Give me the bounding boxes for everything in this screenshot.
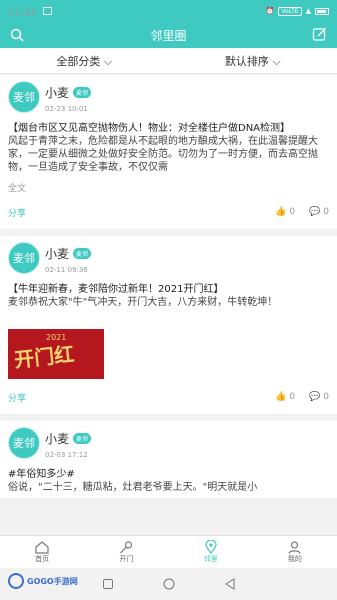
nav-open-door-label: 开门: [119, 554, 134, 563]
category-filter-label: 全部分类: [56, 54, 101, 68]
status-time: 11:41: [8, 7, 37, 19]
comment-icon: 💬: [309, 392, 321, 402]
post-feed[interactable]: 麦邻 小麦 麦邻 02-23 10:01 【烟台市区又见高空抛物伤人！物业：对全…: [0, 75, 337, 535]
key-icon: [120, 540, 133, 553]
like-button[interactable]: 👍 0: [275, 207, 295, 217]
post-title: 【牛年迎新春，麦邻陪你过新年！2021开门红】: [8, 284, 224, 295]
volte-indicator: VoLTE: [278, 6, 302, 16]
avatar[interactable]: 麦邻: [8, 242, 40, 274]
post-time: 02-11 09:36: [45, 266, 88, 274]
comment-button[interactable]: 💬 0: [309, 392, 329, 402]
home-circle-icon[interactable]: [163, 578, 175, 590]
author-badge: 麦邻: [73, 87, 92, 98]
alarm-icon: ⏰: [265, 7, 275, 15]
author-badge: 麦邻: [73, 248, 92, 259]
post-title: 【烟台市区又见高空抛物伤人！物业：对全楼住户做DNA检测】: [8, 123, 291, 134]
thumbs-up-icon: 👍: [275, 207, 287, 217]
app-bar: 邻里圈: [0, 22, 337, 48]
home-icon: [35, 540, 49, 554]
sort-filter-label: 默认排序: [224, 54, 269, 68]
post-body: 麦邻恭祝大家"牛"气冲天，开门大吉，八方来财，牛转乾坤！: [8, 297, 278, 308]
chevron-down-icon: ⌵: [272, 54, 281, 68]
like-button[interactable]: 👍 0: [275, 392, 295, 402]
share-button[interactable]: 分享: [8, 206, 26, 219]
filter-bar: 全部分类 ⌵ 默认排序 ⌵: [0, 48, 337, 74]
post-image[interactable]: 2021 开门红: [8, 329, 104, 379]
avatar[interactable]: 麦邻: [8, 427, 40, 459]
read-more-link[interactable]: 全文: [8, 181, 329, 194]
bottom-nav: 首页 开门 邻里 我的: [0, 535, 337, 568]
signal-icon: ▲: [305, 7, 311, 15]
page-title: 邻里圈: [150, 28, 187, 43]
nav-profile[interactable]: 我的: [253, 536, 337, 568]
post-author: 小麦: [45, 247, 70, 261]
comment-count: 0: [323, 207, 329, 217]
comment-icon: 💬: [309, 207, 321, 217]
post-title: #年俗知多少#: [8, 469, 75, 480]
watermark-text: GOGO手游网: [27, 576, 78, 586]
back-icon[interactable]: [224, 578, 235, 590]
image-notification-icon: [42, 7, 52, 15]
nav-profile-label: 我的: [287, 554, 302, 563]
battery-icon: [315, 7, 329, 15]
author-badge: 麦邻: [73, 433, 92, 444]
nav-neighbors[interactable]: 邻里: [169, 536, 253, 568]
search-icon[interactable]: [10, 28, 24, 45]
nav-open-door[interactable]: 开门: [84, 536, 168, 568]
post-card[interactable]: 麦邻 小麦 麦邻 02-23 10:01 【烟台市区又见高空抛物伤人！物业：对全…: [0, 75, 337, 229]
sort-filter[interactable]: 默认排序 ⌵: [169, 53, 337, 69]
promo-headline: 开门红: [13, 341, 76, 373]
watermark-logo: GOGO手游网: [8, 573, 78, 589]
nav-home[interactable]: 首页: [0, 536, 84, 568]
post-author: 小麦: [45, 432, 70, 446]
nav-home-label: 首页: [35, 554, 50, 563]
post-card[interactable]: 麦邻 小麦 麦邻 02-11 09:36 【牛年迎新春，麦邻陪你过新年！2021…: [0, 236, 337, 414]
post-body: 风起于青萍之末，危险都是从不起眼的地方酿成大祸，在此温馨提醒大家，一定要从细微之…: [8, 136, 318, 173]
user-icon: [288, 540, 301, 554]
category-filter[interactable]: 全部分类 ⌵: [0, 53, 169, 69]
post-time: 02-23 10:01: [45, 105, 88, 113]
post-body: 俗说，"二十三，糖瓜粘，灶君老爷要上天。"明天就是小: [8, 482, 258, 493]
like-count: 0: [289, 207, 296, 217]
comment-button[interactable]: 💬 0: [309, 207, 329, 217]
post-card[interactable]: 麦邻 小麦 麦邻 02-03 17:12 #年俗知多少# 俗说，"二十三，糖瓜粘…: [0, 421, 337, 498]
avatar[interactable]: 麦邻: [8, 81, 40, 113]
post-time: 02-03 17:12: [45, 451, 88, 459]
watermark-circle-icon: [8, 573, 24, 589]
nav-neighbors-label: 邻里: [203, 555, 218, 563]
status-bar: 11:41 ⏰ VoLTE ▲: [0, 0, 337, 22]
comment-count: 0: [323, 392, 329, 402]
like-count: 0: [289, 392, 296, 402]
recents-icon[interactable]: [102, 579, 113, 589]
post-author: 小麦: [45, 86, 70, 100]
chevron-down-icon: ⌵: [103, 54, 113, 68]
share-button[interactable]: 分享: [8, 391, 26, 404]
location-icon: [205, 540, 217, 554]
status-icons: ⏰ VoLTE ▲: [265, 6, 329, 16]
thumbs-up-icon: 👍: [275, 392, 287, 402]
edit-icon[interactable]: [312, 27, 327, 45]
